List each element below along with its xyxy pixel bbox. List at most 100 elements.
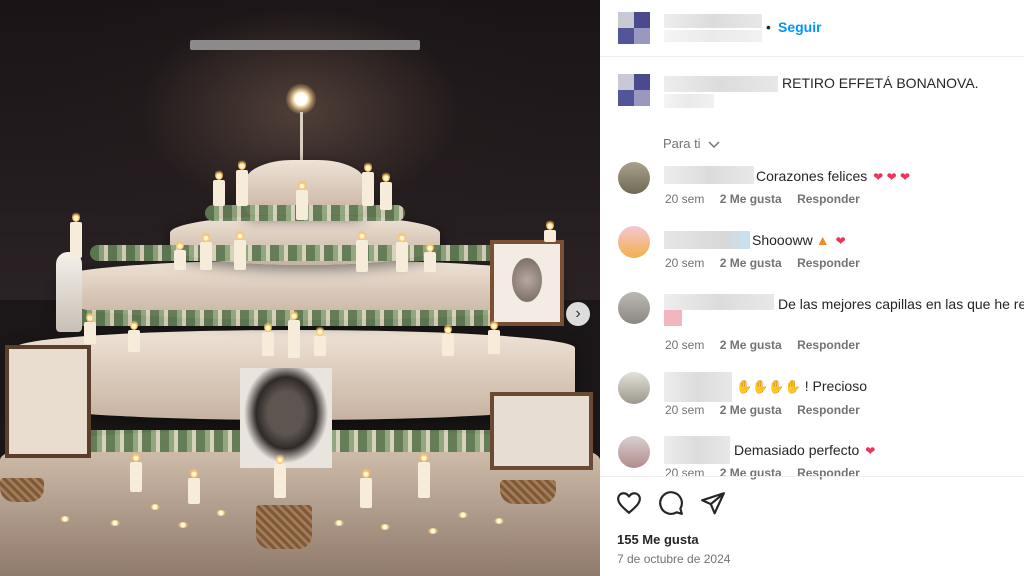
comment-likes[interactable]: 2 Me gusta	[720, 338, 782, 352]
commenter-username[interactable]	[664, 166, 754, 184]
reply-button[interactable]: Responder	[797, 256, 860, 270]
tea-light	[150, 504, 160, 510]
candle	[442, 323, 454, 356]
caption-avatar[interactable]	[618, 74, 650, 106]
comment-likes[interactable]: 2 Me gusta	[720, 256, 782, 270]
comment-time: 20 sem	[665, 403, 705, 417]
post-image[interactable]: ›	[0, 0, 600, 576]
commenter-username[interactable]	[664, 231, 750, 249]
reply-button[interactable]: Responder	[797, 403, 860, 417]
candle	[128, 319, 140, 352]
likes-count[interactable]: 155 Me gusta	[617, 532, 699, 547]
heart-eyes-icon: ❤ ❤ ❤	[873, 170, 911, 184]
comment-meta: 20 sem 2 Me gusta Responder	[665, 338, 872, 352]
tea-light	[60, 516, 70, 522]
candle	[356, 229, 368, 272]
candle	[84, 311, 96, 344]
comment-meta: 20 sem 2 Me gusta Responder	[665, 403, 872, 417]
tea-light	[380, 524, 390, 530]
actions-divider	[600, 476, 1024, 477]
comment-meta: 20 sem 2 Me gusta Responder	[665, 192, 872, 206]
commenter-username[interactable]	[664, 372, 732, 402]
comment-text: Corazones felices ❤ ❤ ❤	[756, 168, 911, 184]
ceiling-lamp	[190, 40, 420, 50]
comment-sort-dropdown[interactable]: Para ti	[663, 136, 720, 151]
jesus-portrait	[240, 368, 332, 468]
candle	[418, 451, 430, 498]
tea-light	[334, 520, 344, 526]
comment-likes[interactable]: 2 Me gusta	[720, 466, 782, 480]
next-image-button[interactable]: ›	[566, 302, 590, 326]
post-date: 7 de octubre de 2024	[617, 552, 731, 566]
commenter-avatar[interactable]	[618, 162, 650, 194]
share-icon[interactable]	[700, 490, 726, 516]
candle	[488, 319, 500, 354]
comment-icon[interactable]	[658, 490, 684, 516]
commenter-avatar[interactable]	[618, 436, 650, 468]
author-username-blur	[664, 30, 762, 42]
candle	[424, 241, 436, 272]
clapping-hands-icon: ✋✋✋✋	[736, 379, 801, 394]
reply-button[interactable]: Responder	[797, 338, 860, 352]
candle	[234, 229, 246, 270]
monstrance	[286, 84, 316, 114]
comment-likes[interactable]: 2 Me gusta	[720, 403, 782, 417]
candle	[362, 161, 374, 206]
chevron-right-icon: ›	[575, 305, 581, 322]
commenter-avatar[interactable]	[618, 372, 650, 404]
candle	[274, 453, 286, 498]
commenter-username[interactable]	[664, 436, 730, 464]
candle	[296, 179, 308, 220]
comment-likes[interactable]: 2 Me gusta	[720, 192, 782, 206]
candle	[396, 231, 408, 272]
caption-username[interactable]	[664, 76, 778, 92]
candle	[360, 467, 372, 508]
candle	[236, 159, 248, 206]
comment-text: De las mejores capillas en las que he re…	[778, 296, 1024, 312]
basket	[500, 480, 556, 504]
fire-icon: ▲	[815, 232, 830, 248]
comment-time: 20 sem	[665, 466, 705, 480]
tea-light	[110, 520, 120, 526]
comment-time: 20 sem	[665, 256, 705, 270]
tea-light	[458, 512, 468, 518]
comment-time: 20 sem	[665, 192, 705, 206]
candle	[380, 171, 392, 210]
tea-light	[428, 528, 438, 534]
commenter-avatar[interactable]	[618, 226, 650, 258]
sort-label: Para ti	[663, 136, 701, 151]
action-bar	[616, 490, 726, 516]
separator-dot: •	[766, 19, 771, 35]
comment-meta: 20 sem 2 Me gusta Responder	[665, 256, 872, 270]
candle	[70, 211, 82, 258]
candle	[213, 169, 225, 206]
virgin-statue	[56, 252, 82, 332]
follow-button[interactable]: Seguir	[778, 19, 822, 35]
caption-text: RETIRO EFFETÁ BONANOVA.	[782, 75, 979, 91]
candle	[200, 231, 212, 270]
heart-eyes-icon: ❤	[865, 444, 876, 458]
commenter-username[interactable]	[664, 294, 774, 310]
basket	[256, 505, 312, 549]
reply-button[interactable]: Responder	[797, 192, 860, 206]
candle	[188, 467, 200, 504]
tea-light	[494, 518, 504, 524]
candle	[314, 325, 326, 356]
candle	[174, 239, 186, 270]
tea-light	[178, 522, 188, 528]
author-username[interactable]	[664, 14, 762, 28]
heart-eyes-icon: ❤	[835, 234, 846, 248]
monstrance-stand	[300, 112, 303, 162]
post-header: • Seguir	[600, 0, 1024, 57]
candle	[544, 219, 556, 242]
framed-note	[490, 392, 593, 470]
commenter-avatar[interactable]	[618, 292, 650, 324]
basket	[0, 478, 44, 502]
framed-prayer	[5, 345, 91, 458]
heart-icon[interactable]	[616, 490, 642, 516]
flower-garland	[90, 245, 500, 261]
author-avatar[interactable]	[618, 12, 650, 44]
framed-picture	[490, 240, 564, 326]
candle	[288, 309, 300, 358]
reply-button[interactable]: Responder	[797, 466, 860, 480]
